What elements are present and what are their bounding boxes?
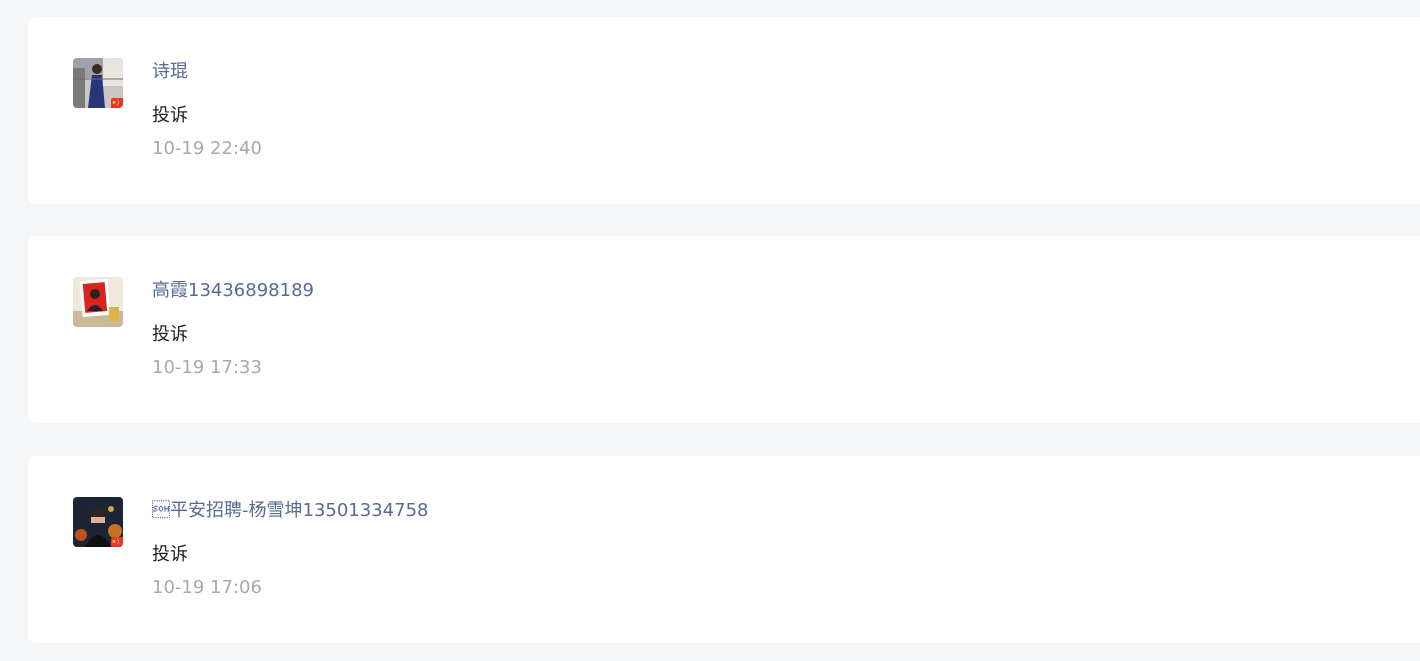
comment-author[interactable]: 高霞13436898189 xyxy=(152,280,314,302)
avatar[interactable] xyxy=(73,277,123,327)
comment-card: 平安招聘-杨雪坤13501334758 投诉 10-19 17:06 xyxy=(28,456,1420,643)
comment-author[interactable]: 诗琨 xyxy=(152,61,188,83)
framed-portrait-photo xyxy=(73,277,123,327)
comment-card: 高霞13436898189 投诉 10-19 17:33 xyxy=(28,236,1420,423)
avatar[interactable] xyxy=(73,58,123,108)
comment-text: 投诉 xyxy=(152,105,188,126)
comment-text: 投诉 xyxy=(152,324,188,345)
comment-time: 10-19 17:06 xyxy=(152,577,262,598)
comment-feed: 诗琨 投诉 10-19 22:40 高霞13436898189 投诉 10-19… xyxy=(0,0,1420,661)
china-flag-icon xyxy=(111,98,123,108)
comment-text: 投诉 xyxy=(152,544,188,565)
avatar[interactable] xyxy=(73,497,123,547)
china-flag-icon xyxy=(111,537,123,547)
comment-author[interactable]: 平安招聘-杨雪坤13501334758 xyxy=(152,500,428,522)
comment-time: 10-19 17:33 xyxy=(152,357,262,378)
comment-card: 诗琨 投诉 10-19 22:40 xyxy=(28,17,1420,204)
comment-time: 10-19 22:40 xyxy=(152,138,262,159)
